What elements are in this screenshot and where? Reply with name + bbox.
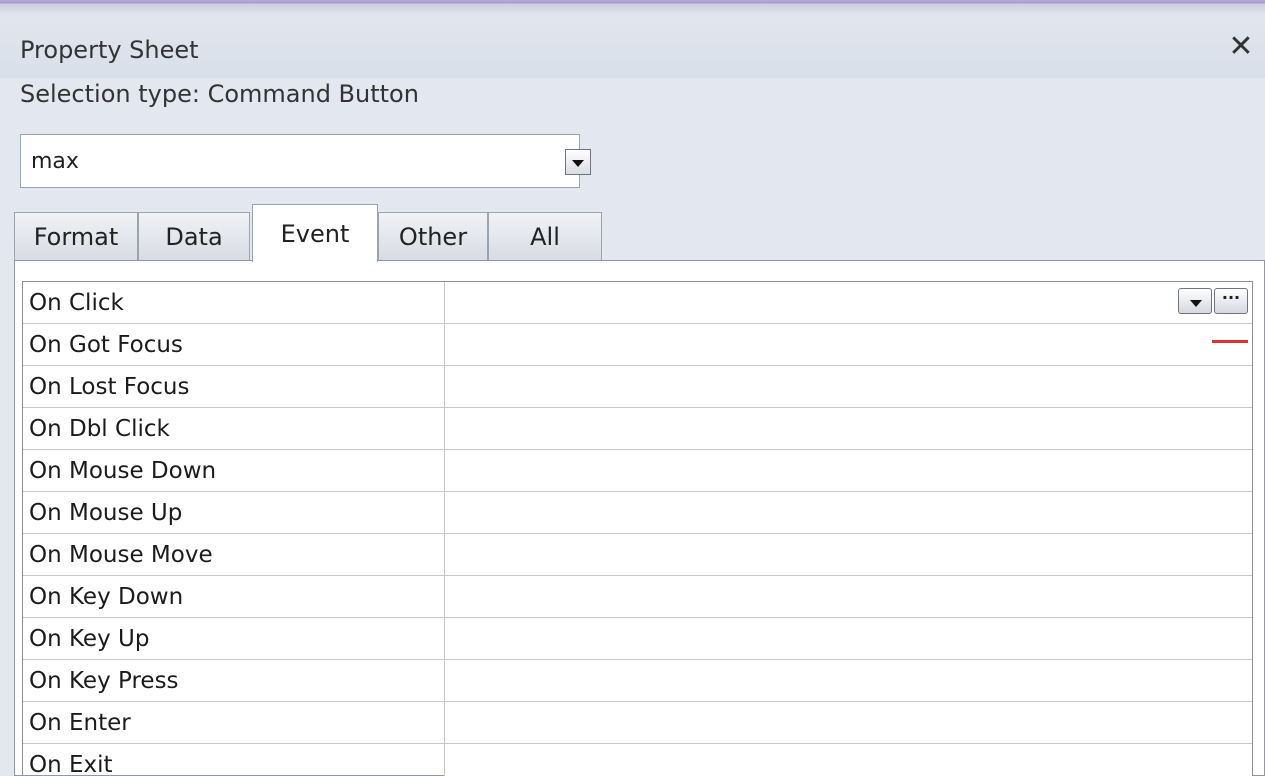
close-icon[interactable]: ✕ (1226, 32, 1256, 62)
property-row-on-key-press[interactable]: On Key Press (23, 660, 1252, 702)
property-value-field[interactable] (445, 324, 1252, 365)
property-value-field[interactable]: ··· (445, 282, 1252, 323)
property-row-on-got-focus[interactable]: On Got Focus (23, 324, 1252, 366)
property-label: On Key Press (23, 660, 445, 701)
property-value-field[interactable] (445, 366, 1252, 407)
property-row-on-dbl-click[interactable]: On Dbl Click (23, 408, 1252, 450)
property-row-on-mouse-up[interactable]: On Mouse Up (23, 492, 1252, 534)
object-select[interactable]: max (20, 134, 591, 188)
property-value-field[interactable] (445, 534, 1252, 575)
builder-button[interactable]: ··· (1214, 288, 1248, 314)
object-select-value: max (31, 149, 79, 174)
property-label: On Key Up (23, 618, 445, 659)
property-value-field[interactable] (445, 744, 1252, 776)
selection-type-label: Selection type: (20, 80, 200, 108)
property-label: On Dbl Click (23, 408, 445, 449)
property-row-on-key-up[interactable]: On Key Up (23, 618, 1252, 660)
property-row-on-mouse-move[interactable]: On Mouse Move (23, 534, 1252, 576)
property-label: On Mouse Move (23, 534, 445, 575)
property-row-on-exit[interactable]: On Exit (23, 744, 1252, 776)
chevron-down-icon (1190, 300, 1202, 307)
property-label: On Key Down (23, 576, 445, 617)
property-row-on-enter[interactable]: On Enter (23, 702, 1252, 744)
property-label: On Enter (23, 702, 445, 743)
selection-type-value: Command Button (207, 80, 419, 108)
property-label: On Mouse Up (23, 492, 445, 533)
property-label: On Got Focus (23, 324, 445, 365)
property-value-field[interactable] (445, 660, 1252, 701)
tab-data[interactable]: Data (138, 212, 250, 260)
event-dropdown-button[interactable] (1178, 288, 1212, 314)
property-value-field[interactable] (445, 576, 1252, 617)
property-row-on-lost-focus[interactable]: On Lost Focus (23, 366, 1252, 408)
event-property-grid: On Click ··· On Got Focus On Lost Focus … (22, 281, 1253, 776)
property-label: On Lost Focus (23, 366, 445, 407)
window-top-border (0, 0, 1265, 14)
chevron-down-icon (572, 160, 584, 167)
property-row-on-click[interactable]: On Click ··· (23, 282, 1252, 324)
property-row-on-key-down[interactable]: On Key Down (23, 576, 1252, 618)
tab-all[interactable]: All (488, 212, 602, 260)
selection-type: Selection type: Command Button (20, 80, 419, 108)
property-label: On Exit (23, 744, 445, 776)
property-row-on-mouse-down[interactable]: On Mouse Down (23, 450, 1252, 492)
annotation-mark (1212, 340, 1248, 343)
property-value-field[interactable] (445, 618, 1252, 659)
property-value-field[interactable] (445, 450, 1252, 491)
property-value-field[interactable] (445, 492, 1252, 533)
property-value-field[interactable] (445, 408, 1252, 449)
property-label: On Mouse Down (23, 450, 445, 491)
tab-other[interactable]: Other (378, 212, 488, 260)
window-title: Property Sheet (20, 36, 199, 64)
object-select-dropdown-button[interactable] (565, 149, 591, 175)
tab-event[interactable]: Event (252, 204, 378, 262)
property-label: On Click (23, 282, 445, 323)
tab-format[interactable]: Format (14, 212, 138, 260)
property-value-field[interactable] (445, 702, 1252, 743)
